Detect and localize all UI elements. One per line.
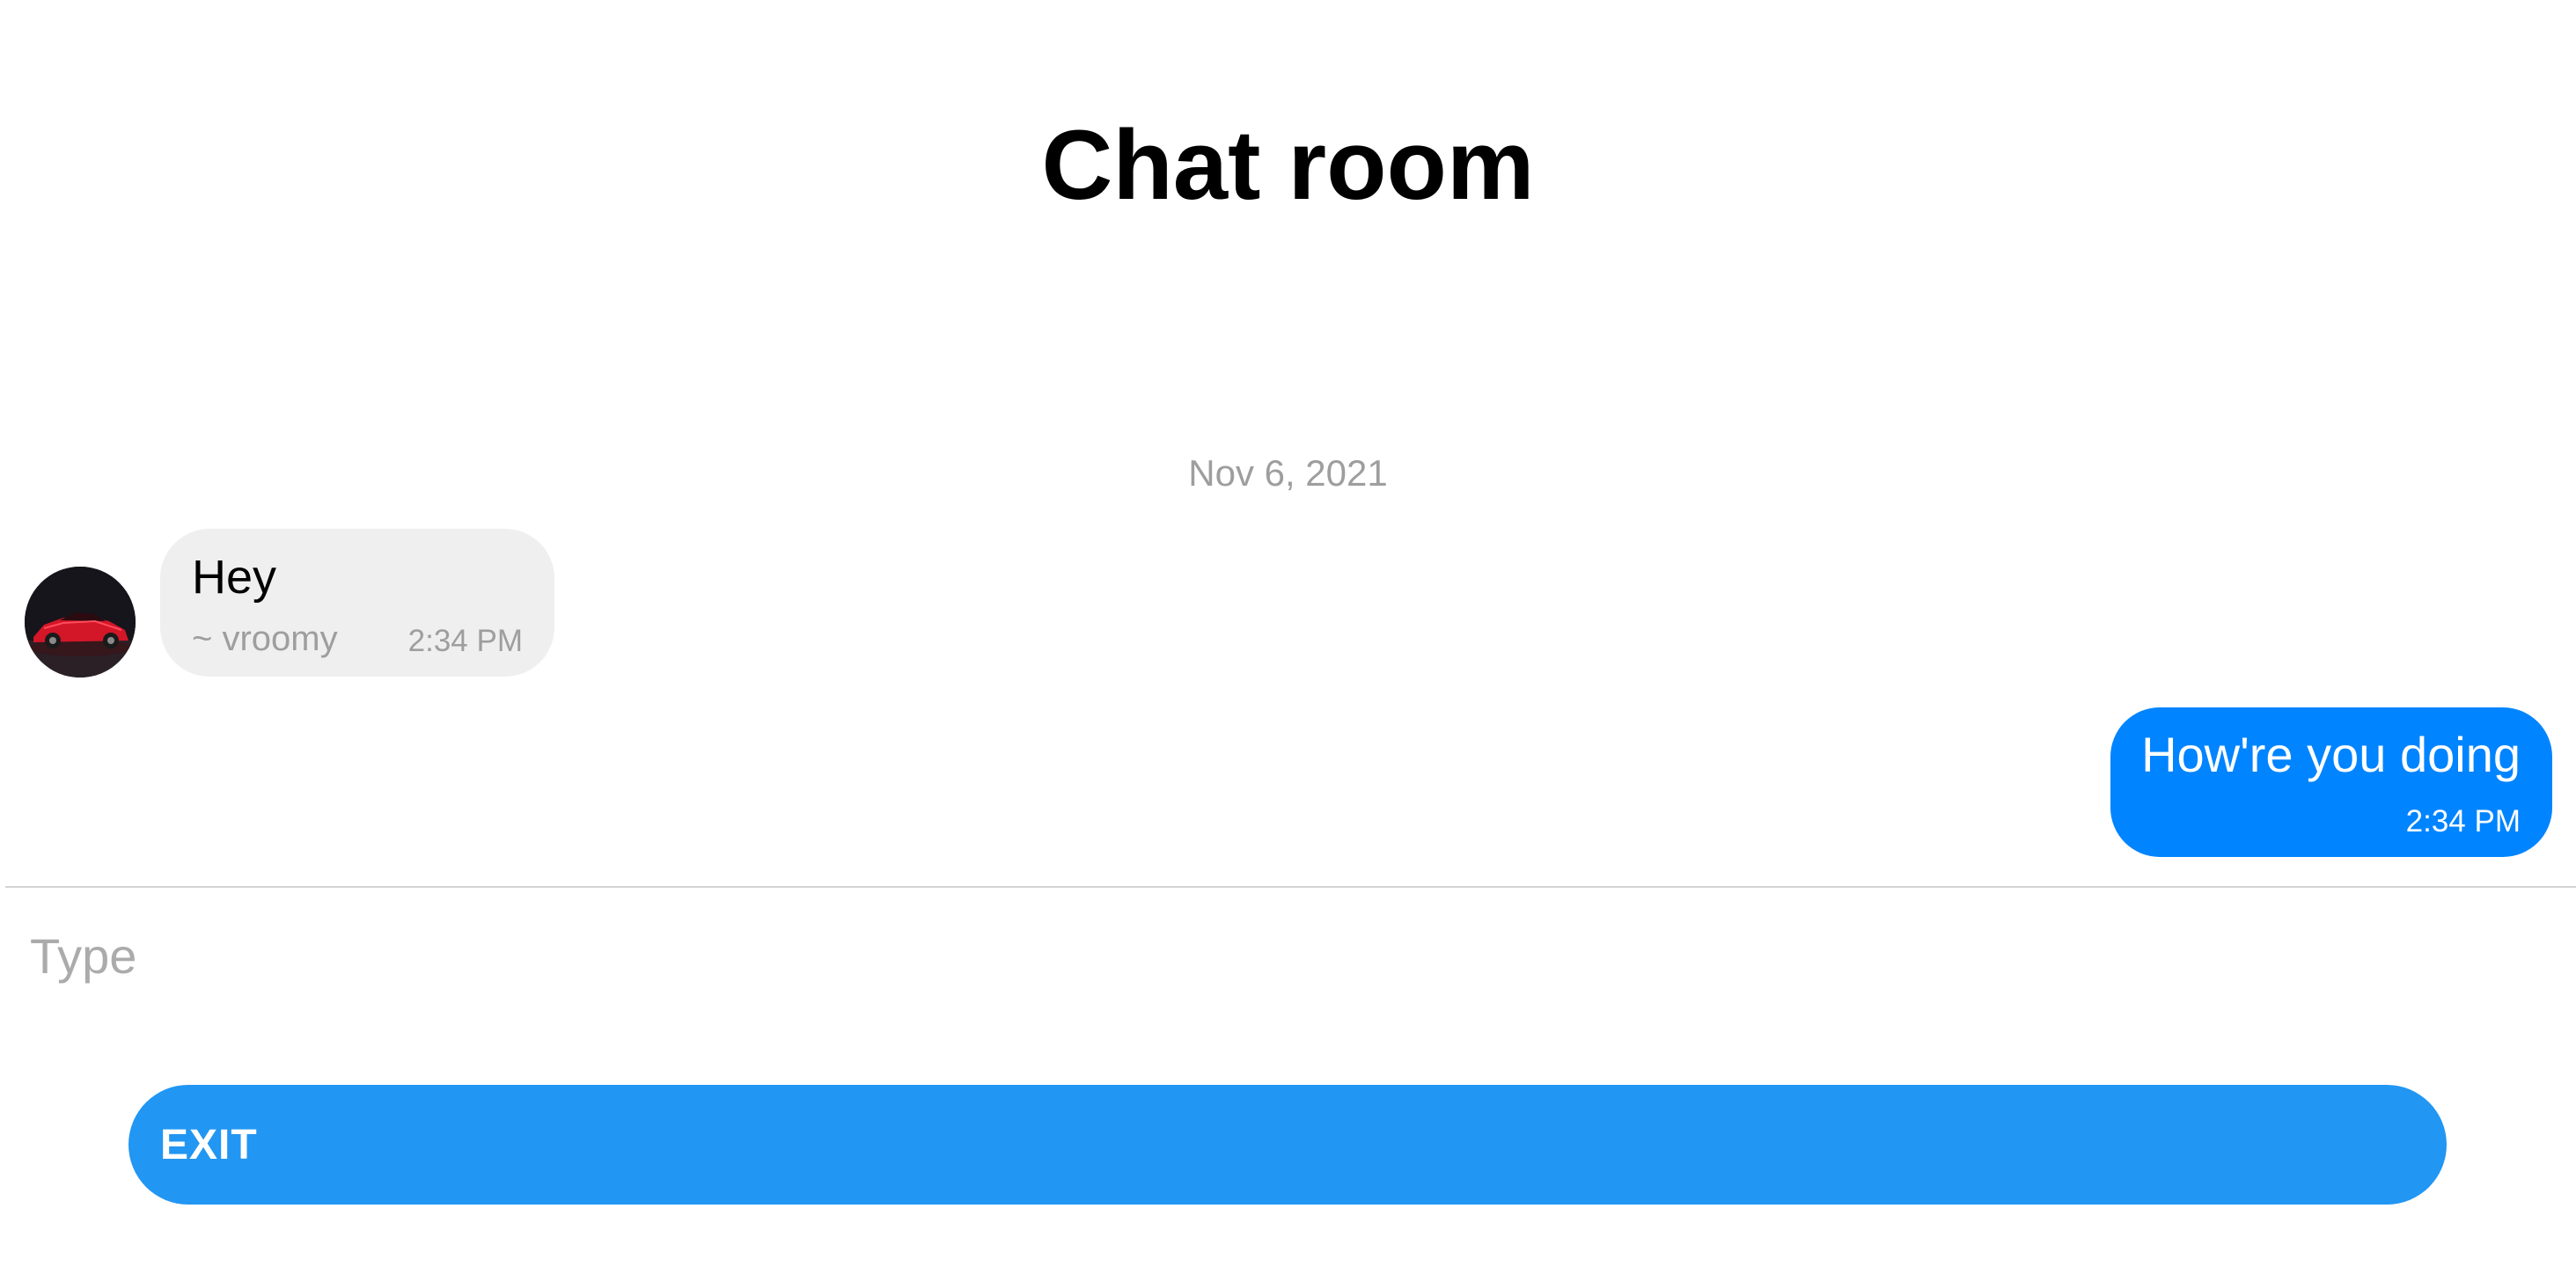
message-text: How're you doing xyxy=(2141,727,2521,782)
message-input[interactable] xyxy=(30,920,2547,991)
message-bubble-incoming[interactable]: Hey ~ vroomy 2:34 PM xyxy=(160,529,554,677)
avatar[interactable] xyxy=(25,567,136,677)
page-title: Chat room xyxy=(1041,110,1535,220)
exit-button[interactable]: EXIT xyxy=(128,1085,2447,1205)
exit-button-label: EXIT xyxy=(160,1122,258,1168)
car-avatar-image xyxy=(25,567,136,677)
message-time: 2:34 PM xyxy=(407,624,523,658)
message-sender: ~ vroomy xyxy=(192,619,338,658)
message-time: 2:34 PM xyxy=(2405,804,2521,839)
composer-divider xyxy=(5,886,2576,888)
message-text: Hey xyxy=(192,551,277,604)
date-separator: Nov 6, 2021 xyxy=(1188,452,1388,494)
message-bubble-outgoing[interactable]: How're you doing 2:34 PM xyxy=(2110,707,2552,857)
chat-room-screen: Chat room Nov 6, 2021 Hey ~ vroomy 2:34 … xyxy=(0,0,2576,1267)
